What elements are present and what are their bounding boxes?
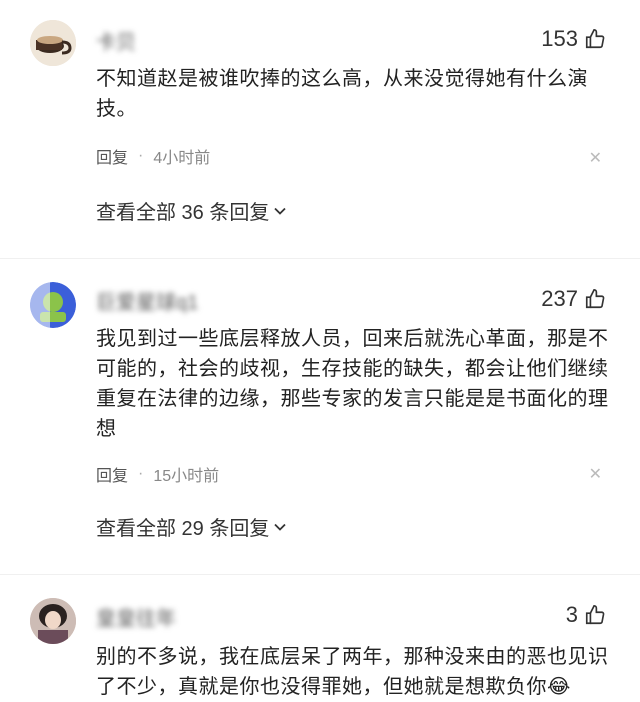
thumbs-up-icon [585,29,605,49]
reply-button[interactable]: 回复 [96,462,128,486]
view-all-replies-button[interactable]: 查看全部 36 条回复 [96,196,287,225]
view-all-replies-button[interactable]: 查看全部 29 条回复 [96,512,287,541]
like-button[interactable]: 237 [541,286,606,312]
separator-dot: · [138,147,144,164]
comment-text: 我见到过一些底层释放人员，回来后就洗心革面，那是不可能的，社会的歧视，生存技能的… [96,328,609,440]
like-count: 237 [541,286,578,311]
timestamp: 4小时前 [153,150,211,167]
close-icon[interactable]: ✕ [589,148,602,168]
chevron-down-icon [274,207,286,215]
like-button[interactable]: 3 [566,602,606,628]
like-button[interactable]: 153 [541,26,606,52]
chevron-down-icon [274,523,286,531]
comment-meta: 回复 · 15小时前 [96,462,219,486]
reply-button[interactable]: 回复 [96,144,128,168]
view-all-label: 查看全部 29 条回复 [96,518,270,540]
comment-1: 卡贝 153 不知道赵是被谁吹捧的这么高，从来没觉得她有什么演技。 回复 · 4… [0,0,640,250]
username[interactable]: 巨爱星球q1 [96,286,198,315]
divider [0,258,640,259]
divider [0,574,640,575]
avatar[interactable] [30,20,76,66]
like-count: 3 [565,602,578,627]
close-icon[interactable]: ✕ [589,464,602,484]
like-count: 153 [541,26,578,51]
thumbs-up-icon [585,289,605,309]
username[interactable]: 皇皇往年 [96,602,176,631]
comment-meta: 回复 · 4小时前 [96,144,210,168]
separator-dot: · [138,465,144,482]
view-all-label: 查看全部 36 条回复 [96,202,270,224]
avatar[interactable] [30,598,76,644]
comment-text: 不知道赵是被谁吹捧的这么高，从来没觉得她有什么演技。 [96,68,588,120]
thumbs-up-icon [585,605,605,625]
comment-2: 巨爱星球q1 237 我见到过一些底层释放人员，回来后就洗心革面，那是不可能的，… [0,262,640,562]
avatar[interactable] [30,282,76,328]
username[interactable]: 卡贝 [96,26,136,55]
timestamp: 15小时前 [153,468,220,485]
comment-text: 别的不多说，我在底层呆了两年，那种没来由的恶也见识了不少，真就是你也没得罪她，但… [96,646,609,698]
comment-3: 皇皇往年 3 别的不多说，我在底层呆了两年，那种没来由的恶也见识了不少，真就是你… [0,580,640,698]
